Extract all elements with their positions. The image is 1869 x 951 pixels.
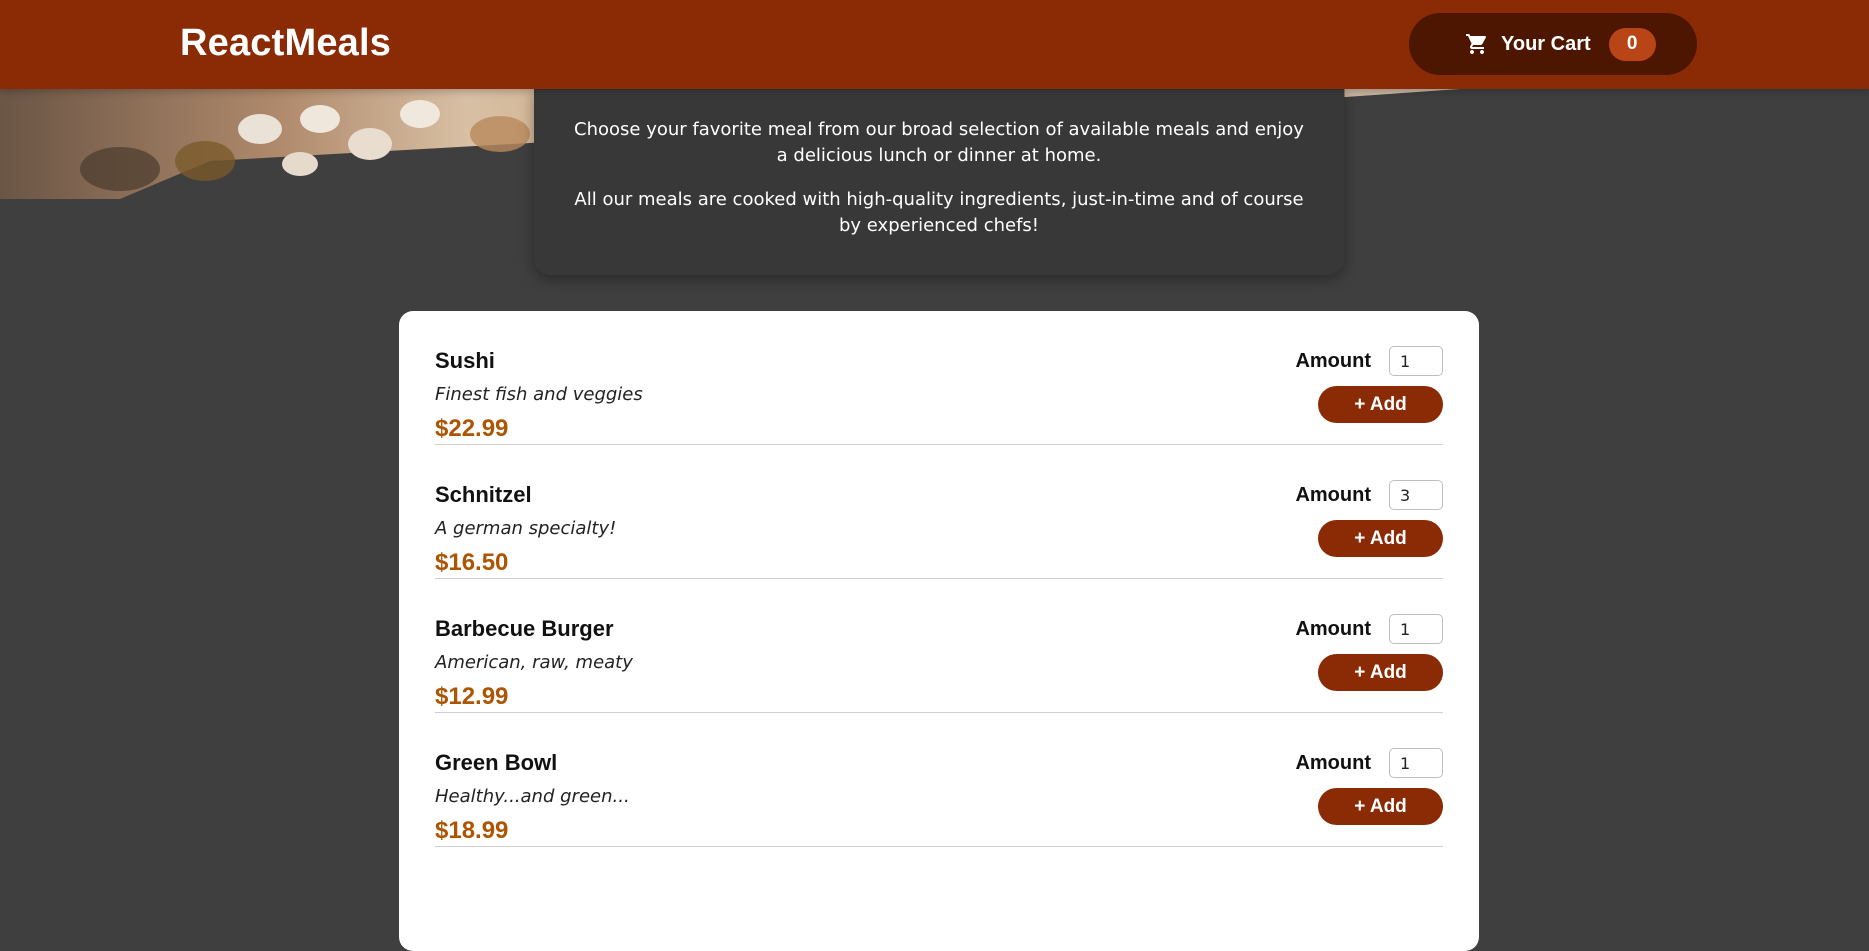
meal-name: Schnitzel [435,482,532,507]
meal-name: Sushi [435,348,495,373]
meal-item: Sushi Finest fish and veggies $22.99 Amo… [435,311,1443,445]
meal-item: Schnitzel A german specialty! $16.50 Amo… [435,445,1443,579]
app-header: ReactMeals Your Cart 0 [0,0,1869,89]
amount-input[interactable] [1389,614,1443,644]
add-button[interactable]: + Add [1318,520,1443,557]
cart-button[interactable]: Your Cart 0 [1409,13,1697,75]
amount-label: Amount [1295,350,1371,372]
add-button[interactable]: + Add [1318,654,1443,691]
summary-panel: Choose your favorite meal from our broad… [534,89,1344,275]
amount-input[interactable] [1389,748,1443,778]
amount-label: Amount [1295,618,1371,640]
meal-description: American, raw, meaty [435,652,633,673]
meal-price: $18.99 [435,817,509,844]
meal-price: $22.99 [435,415,509,442]
brand-title: ReactMeals [180,22,392,64]
meal-item: Barbecue Burger American, raw, meaty $12… [435,579,1443,713]
cart-count-badge: 0 [1608,27,1656,61]
meal-name: Green Bowl [435,750,558,775]
add-button[interactable]: + Add [1318,386,1443,423]
amount-input[interactable] [1389,346,1443,376]
summary-paragraph-2: All our meals are cooked with high-quali… [574,189,1304,236]
amount-label: Amount [1295,752,1371,774]
meal-price: $16.50 [435,549,509,576]
add-button[interactable]: + Add [1318,788,1443,825]
meal-name: Barbecue Burger [435,616,614,641]
amount-input[interactable] [1389,480,1443,510]
amount-label: Amount [1295,484,1371,506]
available-meals-card: Sushi Finest fish and veggies $22.99 Amo… [399,311,1479,951]
meal-price: $12.99 [435,683,509,710]
cart-label: Your Cart [1501,32,1591,55]
meal-description: Finest fish and veggies [435,384,643,405]
meal-description: A german specialty! [435,518,617,539]
meal-description: Healthy...and green... [435,786,630,807]
summary-paragraph-1: Choose your favorite meal from our broad… [574,119,1304,166]
cart-icon [1465,32,1489,56]
meal-item: Green Bowl Healthy...and green... $18.99… [435,713,1443,847]
